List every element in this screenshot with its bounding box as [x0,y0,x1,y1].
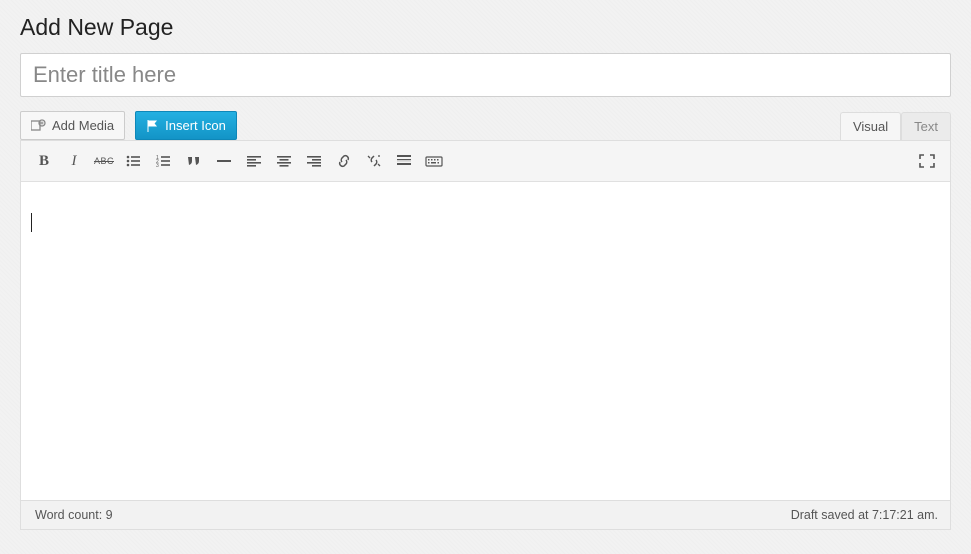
insert-icon-label: Insert Icon [165,118,226,133]
horizontal-rule-button[interactable] [209,147,239,175]
numbered-list-icon: 123 [156,154,172,168]
unlink-button[interactable] [359,147,389,175]
autosave-label: Draft saved at 7:17:21 am. [791,508,938,522]
align-center-button[interactable] [269,147,299,175]
horizontal-rule-icon [216,154,232,168]
italic-icon: I [72,153,77,170]
read-more-button[interactable] [389,147,419,175]
svg-text:3: 3 [156,163,159,168]
bulleted-list-icon [126,154,142,168]
keyboard-icon [425,154,443,168]
blockquote-button[interactable] [179,147,209,175]
bold-button[interactable]: B [29,147,59,175]
editor-footer: Word count: 9 Draft saved at 7:17:21 am. [20,501,951,530]
read-more-icon [396,154,412,168]
align-right-icon [306,154,322,168]
tab-visual[interactable]: Visual [840,112,901,140]
flag-icon [146,119,160,133]
add-media-label: Add Media [52,118,114,133]
editor-tabs: Visual Text [840,112,951,140]
bulleted-list-button[interactable] [119,147,149,175]
media-row: Add Media Insert Icon Visual Text [20,111,951,140]
align-right-button[interactable] [299,147,329,175]
strikethrough-button[interactable]: ABC [89,147,119,175]
align-left-icon [246,154,262,168]
italic-button[interactable]: I [59,147,89,175]
align-center-icon [276,154,292,168]
blockquote-icon [186,154,202,168]
numbered-list-button[interactable]: 123 [149,147,179,175]
title-input[interactable] [20,53,951,97]
strikethrough-icon: ABC [94,156,114,166]
editor-container: B I ABC 123 [20,140,951,501]
insert-icon-button[interactable]: Insert Icon [135,111,237,140]
add-media-button[interactable]: Add Media [20,111,125,140]
toolbar-toggle-button[interactable] [419,147,449,175]
fullscreen-button[interactable] [912,147,942,175]
link-button[interactable] [329,147,359,175]
align-left-button[interactable] [239,147,269,175]
unlink-icon [366,154,382,168]
editor-toolbar: B I ABC 123 [21,141,950,182]
link-icon [336,154,352,168]
word-count-label: Word count: 9 [35,508,113,522]
fullscreen-icon [919,154,935,168]
editor-content-area[interactable] [21,182,950,500]
text-cursor [31,213,32,232]
page-title: Add New Page [20,14,951,41]
media-icon [31,119,47,133]
tab-text[interactable]: Text [901,112,951,140]
bold-icon: B [39,153,49,170]
